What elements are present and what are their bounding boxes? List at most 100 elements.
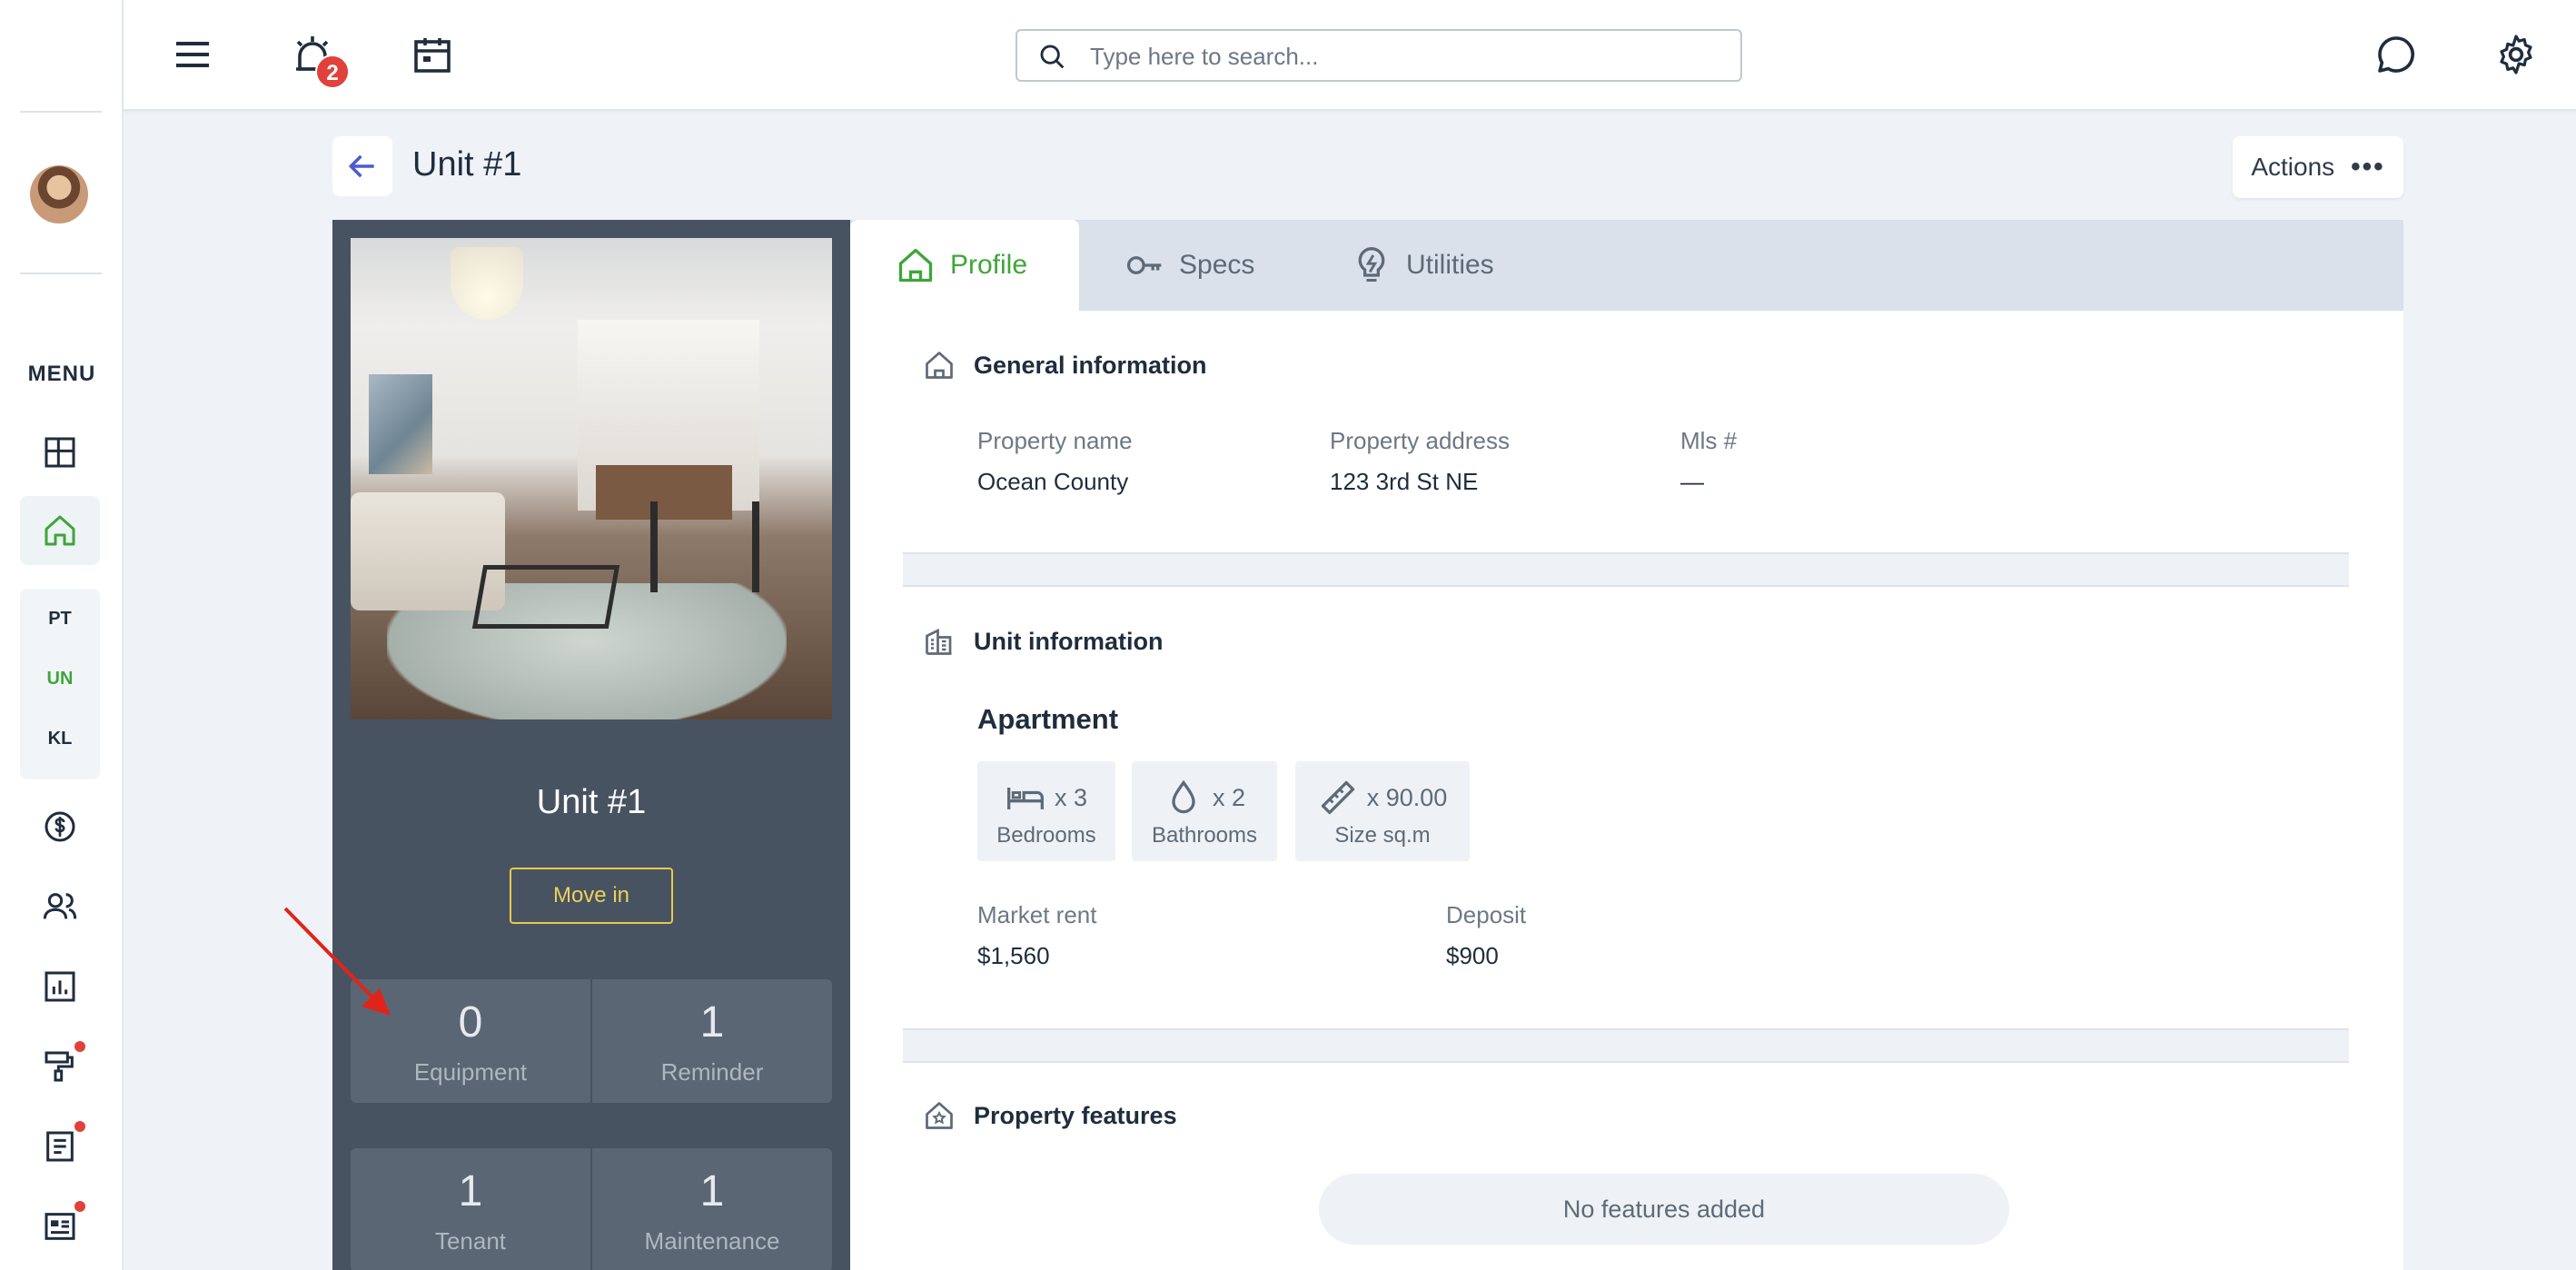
rail-submenu: PT UN KL	[20, 589, 100, 779]
news-icon	[45, 1213, 75, 1240]
rail-divider	[20, 273, 102, 274]
rail-item-home[interactable]	[20, 496, 100, 565]
spec-bedrooms: x 3 Bedrooms	[977, 761, 1115, 861]
documents-icon	[46, 1131, 74, 1162]
section-title: Unit information	[974, 627, 1164, 655]
lightbulb-icon	[1358, 247, 1385, 282]
section-title: Property features	[974, 1101, 1177, 1129]
hamburger-menu-button[interactable]	[165, 27, 220, 82]
tab-label: Specs	[1179, 250, 1255, 280]
unit-photo[interactable]	[351, 238, 832, 719]
submenu-item-pt[interactable]: PT	[20, 589, 100, 649]
unit-type: Apartment	[977, 703, 1119, 735]
no-features-message: No features added	[1319, 1174, 2009, 1245]
move-in-button[interactable]: Move in	[510, 868, 673, 924]
rail-item-reports[interactable]	[20, 952, 100, 1021]
stats-row: 1 Tenant 1 Maintenance	[351, 1148, 832, 1270]
submenu-item-kl[interactable]: KL	[20, 709, 100, 769]
rail-item-people[interactable]	[20, 872, 100, 941]
submenu-item-un[interactable]: UN	[20, 649, 100, 709]
unit-card: Unit #1 Move in 0 Equipment 1 Reminder 1…	[332, 220, 850, 1270]
ruler-icon	[1321, 780, 1354, 815]
tab-specs[interactable]: Specs	[1125, 220, 1254, 311]
stat-value: 1	[699, 1167, 725, 1215]
bed-icon	[1007, 788, 1044, 809]
field-value: —	[1680, 468, 1704, 495]
search-box[interactable]	[1016, 29, 1742, 82]
stats-row: 0 Equipment 1 Reminder	[351, 979, 832, 1103]
spec-value: x 90.00	[1366, 783, 1448, 811]
hamburger-icon	[176, 42, 209, 67]
user-avatar[interactable]	[30, 165, 88, 223]
gear-icon	[2500, 35, 2532, 74]
tab-utilities[interactable]: Utilities	[1352, 220, 1494, 311]
annotation-arrow-icon	[283, 907, 391, 1016]
chat-button[interactable]	[2369, 27, 2423, 82]
settings-button[interactable]	[2489, 27, 2543, 82]
chat-icon	[2378, 36, 2414, 73]
dollar-icon	[45, 811, 75, 842]
stat-value: 1	[458, 1167, 483, 1215]
field-deposit: Deposit $900	[1446, 901, 1526, 970]
field-value: $900	[1446, 942, 1499, 969]
reports-icon	[45, 971, 75, 1002]
stat-label: Equipment	[413, 1058, 528, 1086]
rail-item-documents[interactable]	[20, 1112, 100, 1181]
key-icon	[1126, 256, 1162, 274]
general-info-heading: General information	[923, 349, 1207, 382]
field-value: 123 3rd St NE	[1330, 468, 1479, 495]
documents-alert-dot	[74, 1121, 85, 1132]
field-property-name: Property name Ocean County	[977, 427, 1133, 496]
menu-title: MENU	[27, 362, 96, 386]
stat-value: 1	[699, 998, 725, 1047]
top-bar: 2	[124, 0, 2576, 111]
rail-item-finance[interactable]	[20, 792, 100, 861]
arrow-left-icon	[348, 154, 374, 178]
field-label: Property name	[977, 427, 1133, 454]
drop-icon	[1172, 779, 1195, 814]
building-icon	[926, 628, 952, 655]
rail-item-dashboard[interactable]	[20, 418, 100, 487]
unit-info-heading: Unit information	[923, 625, 1163, 658]
calendar-button[interactable]	[405, 27, 460, 82]
stat-label: Maintenance	[644, 1227, 780, 1255]
tab-profile[interactable]: Profile	[850, 220, 1079, 311]
field-label: Deposit	[1446, 901, 1527, 928]
field-market-rent: Market rent $1,560	[977, 901, 1097, 970]
field-value: $1,560	[977, 942, 1050, 969]
back-button[interactable]	[332, 136, 392, 196]
more-dots-icon: •••	[2351, 152, 2385, 182]
section-divider	[903, 1028, 2349, 1063]
actions-label: Actions	[2251, 153, 2335, 181]
rail-item-news[interactable]	[20, 1192, 100, 1261]
rail-item-maintenance[interactable]	[20, 1032, 100, 1101]
stat-maintenance[interactable]: 1 Maintenance	[592, 1148, 832, 1270]
field-mls: Mls # —	[1680, 427, 1737, 496]
page-title: Unit #1	[412, 145, 522, 184]
notification-badge: 2	[315, 55, 350, 89]
news-alert-dot	[74, 1201, 85, 1212]
home-icon	[926, 352, 953, 379]
actions-button[interactable]: Actions •••	[2233, 136, 2403, 198]
field-label: Property address	[1330, 427, 1510, 454]
tab-label: Profile	[950, 250, 1028, 280]
home-icon	[898, 248, 933, 283]
spec-label: Bathrooms	[1151, 823, 1258, 848]
users-icon	[43, 893, 77, 919]
tab-bar: Profile Specs Utilities	[850, 220, 2403, 311]
search-input[interactable]	[1090, 38, 1726, 74]
search-icon	[1040, 45, 1065, 69]
spec-value: x 2	[1212, 783, 1246, 811]
stat-tenant[interactable]: 1 Tenant	[351, 1148, 592, 1270]
home-icon	[45, 515, 75, 546]
rail-divider	[20, 111, 102, 113]
stat-label: Tenant	[434, 1227, 507, 1255]
house-star-icon	[926, 1102, 953, 1129]
field-property-address: Property address 123 3rd St NE	[1330, 427, 1510, 496]
tab-label: Utilities	[1406, 250, 1494, 280]
spec-bathrooms: x 2 Bathrooms	[1132, 761, 1277, 861]
unit-name: Unit #1	[536, 783, 647, 821]
stat-reminder[interactable]: 1 Reminder	[592, 979, 832, 1103]
maintenance-alert-dot	[74, 1041, 85, 1052]
section-title: General information	[974, 351, 1207, 379]
